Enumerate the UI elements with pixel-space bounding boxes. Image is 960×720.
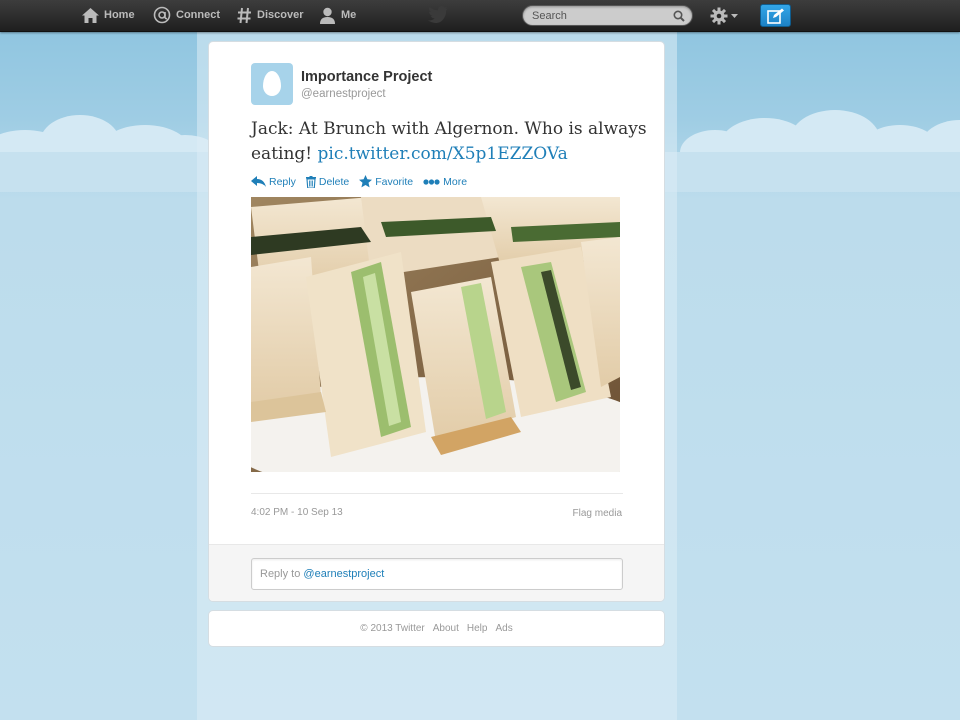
nav-connect[interactable]: Connect: [153, 0, 220, 30]
star-icon: [359, 175, 373, 188]
nav-discover-label: Discover: [257, 9, 304, 21]
nav-me[interactable]: Me: [319, 0, 356, 30]
search-box[interactable]: [522, 5, 693, 26]
search-icon[interactable]: [673, 10, 685, 22]
gear-icon: [710, 7, 728, 25]
twitter-bird-icon[interactable]: [428, 6, 448, 28]
trash-icon: [305, 175, 316, 188]
tweet-photo[interactable]: [251, 197, 620, 472]
reply-button[interactable]: Reply: [251, 176, 296, 188]
nav-connect-label: Connect: [176, 9, 220, 21]
reply-area: Reply to @earnestproject: [209, 544, 664, 601]
avatar[interactable]: [251, 63, 293, 105]
delete-button[interactable]: Delete: [305, 175, 350, 188]
hash-icon: [237, 7, 251, 23]
footer-about-link[interactable]: About: [433, 623, 459, 634]
footer: © 2013 Twitter About Help Ads: [208, 610, 665, 647]
flag-media-link[interactable]: Flag media: [573, 508, 622, 519]
top-navigation-bar: Home Connect Discover Me: [0, 0, 960, 32]
person-icon: [320, 7, 335, 24]
tweet-card: Importance Project @earnestproject Jack:…: [208, 41, 665, 602]
nav-me-label: Me: [341, 9, 357, 21]
footer-help-link[interactable]: Help: [467, 623, 488, 634]
compose-tweet-button[interactable]: [760, 4, 791, 27]
nav-home[interactable]: Home: [82, 0, 135, 30]
home-icon: [82, 7, 99, 23]
reply-mention: @earnestproject: [303, 568, 385, 580]
user-handle[interactable]: @earnestproject: [301, 88, 386, 100]
favorite-button[interactable]: Favorite: [359, 175, 413, 188]
search-input[interactable]: [532, 9, 672, 23]
nav-discover[interactable]: Discover: [237, 0, 303, 30]
footer-copyright: © 2013 Twitter: [360, 623, 425, 634]
more-label: More: [443, 175, 468, 188]
more-button[interactable]: More: [423, 176, 467, 188]
chevron-down-icon: [731, 13, 738, 18]
tweet-actions: Reply Delete Favorite More: [251, 175, 477, 188]
divider: [251, 493, 623, 494]
tweet-text: Jack: At Brunch with Algernon. Who is al…: [251, 117, 651, 167]
egg-avatar-icon: [263, 71, 281, 96]
tweet-photo-link[interactable]: pic.twitter.com/X5p1EZZOVa: [318, 144, 568, 164]
compose-icon: [766, 8, 784, 24]
at-icon: [153, 6, 171, 24]
settings-menu-button[interactable]: [710, 7, 738, 25]
tweet-timestamp[interactable]: 4:02 PM - 10 Sep 13: [251, 507, 343, 518]
more-icon: [423, 178, 440, 185]
delete-label: Delete: [318, 175, 350, 188]
reply-input[interactable]: Reply to @earnestproject: [251, 558, 623, 590]
reply-icon: [251, 176, 266, 187]
footer-ads-link[interactable]: Ads: [495, 623, 512, 634]
nav-home-label: Home: [104, 9, 135, 21]
user-full-name[interactable]: Importance Project: [301, 69, 432, 85]
reply-label: Reply: [269, 175, 296, 188]
favorite-label: Favorite: [375, 175, 414, 188]
reply-prefix: Reply to: [260, 568, 301, 580]
